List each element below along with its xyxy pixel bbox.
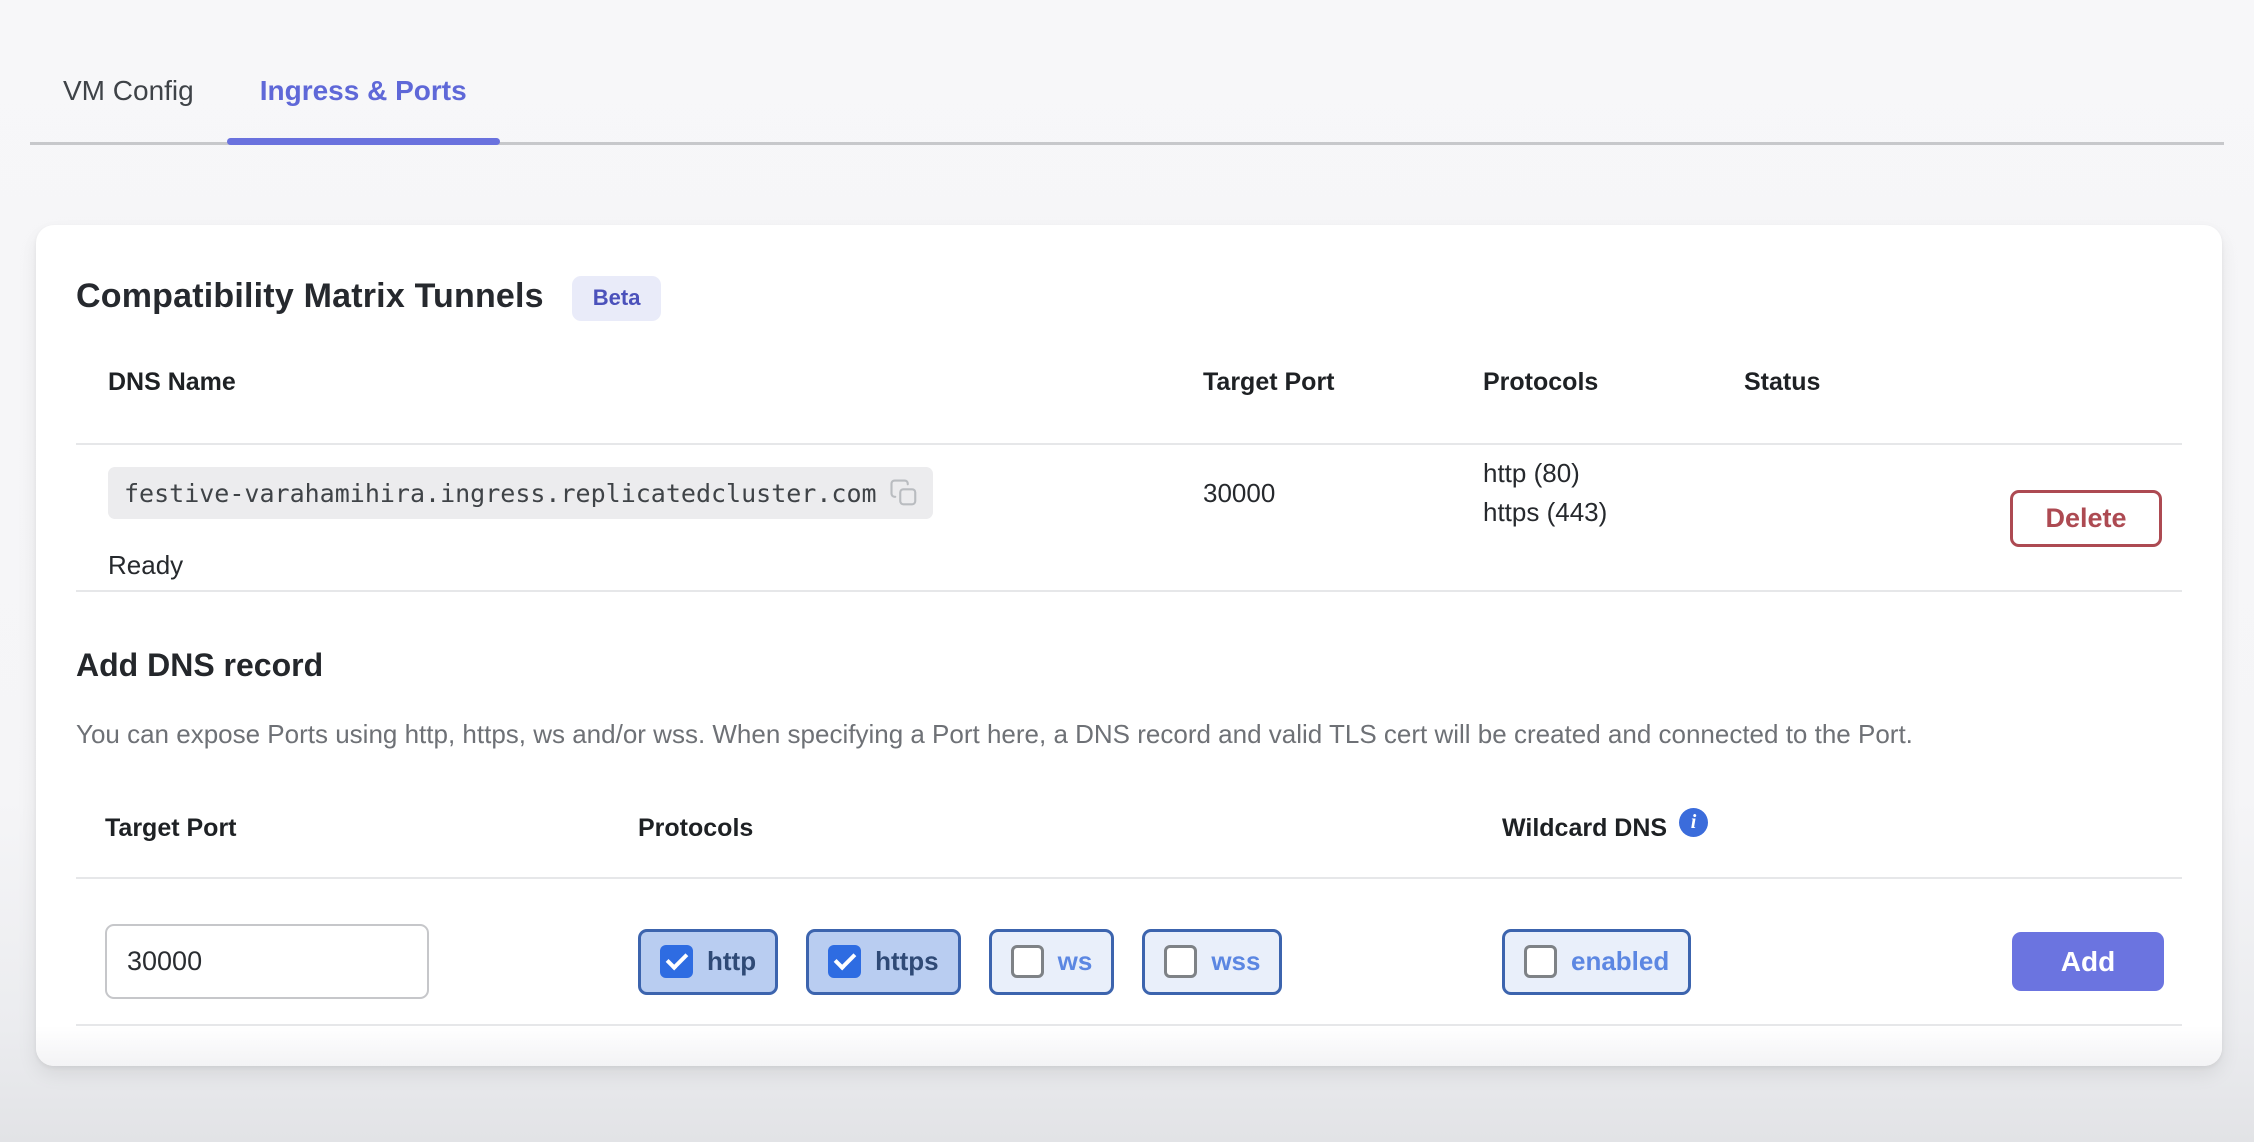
dns-name-cell: festive-varahamihira.ingress.replicatedc…: [108, 467, 1203, 519]
column-header-dns-name: DNS Name: [108, 368, 1203, 397]
add-dns-form-labels: Target Port Protocols Wildcard DNS: [76, 800, 2182, 879]
protocol-chip-label: https: [875, 946, 939, 977]
card-title: Compatibility Matrix Tunnels: [76, 277, 544, 316]
tunnel-table-row: festive-varahamihira.ingress.replicatedc…: [76, 445, 2182, 592]
protocols-cell: http (80) https (443): [1483, 454, 1744, 532]
checkbox-icon: [660, 945, 693, 978]
protocol-checkbox-http[interactable]: http: [638, 929, 778, 995]
wildcard-dns-label: Wildcard DNS: [1502, 814, 1667, 843]
copy-icon: [889, 478, 919, 508]
wildcard-enabled-checkbox[interactable]: enabled: [1502, 929, 1691, 995]
copy-button[interactable]: [889, 478, 919, 508]
dns-name-text: festive-varahamihira.ingress.replicatedc…: [124, 479, 877, 508]
card-footer: [36, 1026, 2222, 1066]
beta-badge: Beta: [572, 276, 662, 321]
dns-name-pill: festive-varahamihira.ingress.replicatedc…: [108, 467, 933, 519]
compatibility-matrix-tunnels-card: Compatibility Matrix Tunnels Beta DNS Na…: [36, 225, 2222, 1066]
protocol-chip-label: ws: [1058, 946, 1093, 977]
delete-button[interactable]: Delete: [2010, 490, 2162, 547]
target-port-cell: 30000: [1203, 478, 1483, 509]
checkbox-icon: [1011, 945, 1044, 978]
wildcard-field-cell: enabled: [1502, 929, 1982, 995]
add-dns-record-title: Add DNS record: [76, 647, 2182, 691]
tunnels-table-header: DNS Name Target Port Protocols Status: [76, 322, 2182, 445]
status-cell: Ready: [108, 550, 1203, 581]
protocol-checkbox-https[interactable]: https: [806, 929, 961, 995]
protocol-chip-label: wss: [1211, 946, 1260, 977]
column-header-protocols: Protocols: [1483, 368, 1744, 397]
add-button[interactable]: Add: [2012, 932, 2164, 991]
protocols-label: Protocols: [638, 814, 1502, 843]
target-port-label: Target Port: [105, 814, 638, 843]
target-port-field-cell: [105, 924, 638, 999]
info-icon[interactable]: [1679, 808, 1708, 837]
checkbox-icon: [828, 945, 861, 978]
add-dns-form-row: http https ws wss enabled: [76, 879, 2182, 1026]
column-header-status: Status: [1744, 368, 2182, 397]
protocol-https: https (443): [1483, 493, 1744, 532]
card-header: Compatibility Matrix Tunnels Beta: [76, 225, 2182, 322]
ingress-ports-page: VM Config Ingress & Ports Compatibility …: [0, 0, 2254, 1142]
wildcard-dns-label-wrap: Wildcard DNS: [1502, 814, 1982, 843]
tab-bar: VM Config Ingress & Ports: [30, 0, 2224, 145]
tab-ingress-ports[interactable]: Ingress & Ports: [227, 0, 500, 142]
checkbox-icon: [1164, 945, 1197, 978]
target-port-input[interactable]: [105, 924, 429, 999]
wildcard-chip-label: enabled: [1571, 946, 1669, 977]
tab-vm-config[interactable]: VM Config: [30, 0, 227, 142]
protocol-checkbox-group: http https ws wss: [638, 929, 1502, 995]
protocol-chip-label: http: [707, 946, 756, 977]
checkbox-icon: [1524, 945, 1557, 978]
protocol-checkbox-ws[interactable]: ws: [989, 929, 1115, 995]
add-button-cell: Add: [1982, 932, 2182, 991]
protocol-http: http (80): [1483, 454, 1744, 493]
protocol-checkbox-wss[interactable]: wss: [1142, 929, 1282, 995]
column-header-target-port: Target Port: [1203, 368, 1483, 397]
add-dns-description: You can expose Ports using http, https, …: [76, 715, 2166, 754]
